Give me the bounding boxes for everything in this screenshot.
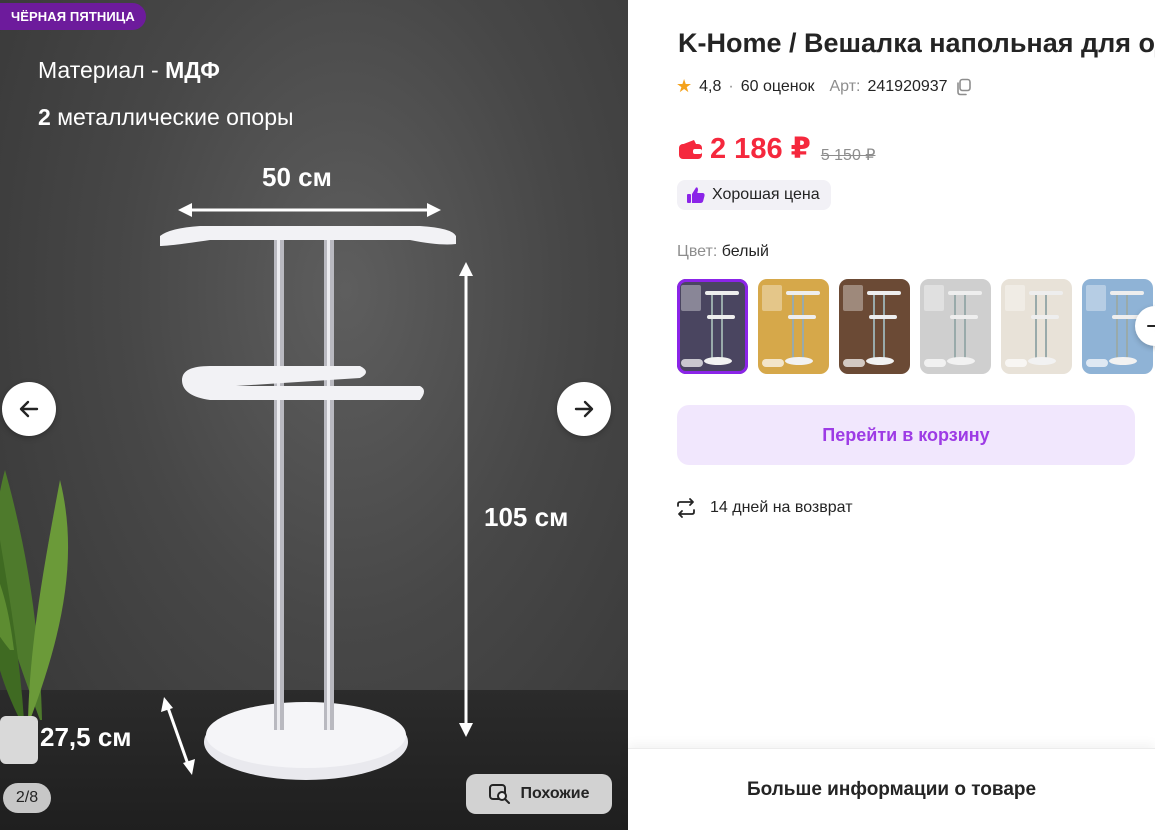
old-price: 5 150 ₽: [820, 146, 876, 164]
product-gallery[interactable]: ЧЁРНАЯ ПЯТНИЦА Материал - МДФ 2 металлич…: [0, 0, 628, 830]
material-label: Материал -: [38, 57, 159, 83]
thumbnail-image: [762, 285, 820, 367]
returns-info: 14 дней на возврат: [675, 497, 853, 519]
product-title: K-Home / Вешалка напольная для одежды: [678, 28, 1155, 58]
thumbs-up-icon: [687, 187, 705, 203]
good-price-badge[interactable]: Хорошая цена: [677, 180, 831, 210]
good-price-label: Хорошая цена: [712, 186, 820, 203]
thumbnail-item[interactable]: [1001, 279, 1072, 374]
wallet-icon: [679, 139, 702, 159]
color-value: белый: [721, 243, 769, 260]
color-label: Цвет: белый: [677, 243, 769, 261]
similar-search-icon: [489, 784, 511, 804]
article-value: 241920937: [867, 77, 948, 95]
similar-button[interactable]: Похожие: [466, 774, 612, 814]
article-label: Арт:: [829, 77, 861, 95]
supports-text: металлические опоры: [57, 104, 294, 130]
product-page: ЧЁРНАЯ ПЯТНИЦА Материал - МДФ 2 металлич…: [0, 0, 1155, 830]
color-variant-thumbnails: [677, 279, 1155, 375]
thumbnail-image: [843, 285, 901, 367]
thumbnail-item[interactable]: [677, 279, 748, 374]
gallery-counter: 2/8: [3, 783, 51, 813]
material-value: МДФ: [165, 57, 220, 83]
supports-caption: 2 металлические опоры: [38, 102, 298, 132]
thumbnail-item[interactable]: [920, 279, 991, 374]
thumbnail-image: [1005, 285, 1063, 367]
arrow-right-icon: [574, 400, 594, 418]
current-price: 2 186 ₽: [678, 131, 811, 166]
reviews-link[interactable]: 60 оценок: [741, 78, 815, 96]
plant-illustration: [0, 470, 69, 764]
thumbnail-image: [924, 285, 982, 367]
rating-separator: ·: [728, 77, 734, 95]
dimension-height: 105 см: [484, 502, 569, 532]
go-to-cart-button[interactable]: Перейти в корзину: [677, 405, 1135, 465]
gallery-prev-button[interactable]: [2, 382, 56, 436]
rating-row: ★ 4,8 · 60 оценок Арт: 241920937: [676, 76, 973, 97]
similar-label: Похожие: [520, 785, 590, 802]
arrow-right-icon: [1147, 321, 1155, 331]
dimension-width: 50 см: [262, 162, 332, 192]
thumbnail-item[interactable]: [839, 279, 910, 374]
thumbnail-image: [681, 285, 739, 367]
more-info-button[interactable]: Больше информации о товаре: [628, 748, 1155, 830]
gallery-next-button[interactable]: [557, 382, 611, 436]
dimension-depth: 27,5 см: [40, 722, 132, 752]
rating-value: 4,8: [699, 77, 722, 95]
color-key: Цвет:: [677, 243, 718, 260]
price-row: 2 186 ₽ 5 150 ₽: [678, 131, 875, 166]
copy-icon[interactable]: [955, 78, 973, 96]
thumbnail-item[interactable]: [758, 279, 829, 374]
arrow-left-icon: [19, 400, 39, 418]
black-friday-badge: ЧЁРНАЯ ПЯТНИЦА: [0, 3, 146, 30]
supports-count: 2: [38, 104, 51, 130]
return-arrows-icon: [677, 498, 695, 518]
current-price-value: 2 186 ₽: [710, 133, 811, 165]
returns-text: 14 дней на возврат: [710, 499, 853, 516]
material-caption: Материал - МДФ: [38, 57, 220, 84]
star-icon: ★: [676, 76, 693, 96]
product-info-panel: K-Home / Вешалка напольная для одежды ★ …: [628, 0, 1155, 830]
